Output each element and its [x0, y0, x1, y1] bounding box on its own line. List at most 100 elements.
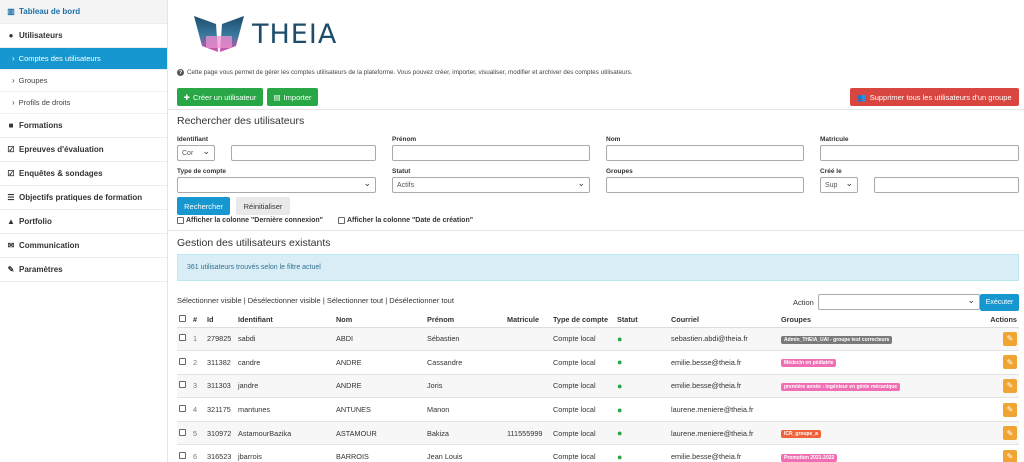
info-message: Cette page vous permet de gérer les comp… — [187, 69, 633, 76]
user-id: 311382 — [205, 350, 236, 375]
nom-input[interactable] — [606, 145, 804, 161]
wrench-icon: ✎ — [7, 265, 15, 274]
import-button[interactable]: ▤ Importer — [267, 88, 318, 106]
sidebar-item-label: Portfolio — [19, 217, 52, 226]
row-checkbox[interactable] — [179, 334, 186, 342]
row-checkbox[interactable] — [179, 428, 186, 436]
user-matricule — [505, 374, 551, 399]
import-label: Importer — [283, 92, 312, 102]
identifiant-input[interactable] — [231, 145, 376, 161]
prenom-label: Prénom — [392, 136, 417, 143]
user-prenom: Sébastien — [425, 327, 505, 352]
user-status: ● — [615, 374, 669, 399]
identifiant-operator-select[interactable]: Cor — [177, 145, 215, 161]
book-icon: ■ — [8, 121, 14, 130]
user-id: 321175 — [205, 397, 236, 422]
logo: THEIA — [192, 14, 337, 54]
user-email: laurene.meniere@theia.fr — [669, 397, 779, 422]
sidebar-item-surveys[interactable]: ☑ Enquêtes & sondages — [0, 162, 167, 186]
user-login: AstamourBazika — [236, 421, 334, 446]
sidebar-item-profiles[interactable]: › Profils de droits — [0, 92, 167, 114]
user-prenom: Joris — [425, 374, 505, 399]
pencil-icon[interactable]: ✎ — [1003, 449, 1017, 462]
sidebar-item-label: Formations — [19, 121, 63, 130]
user-groups: première année - ingénieur en génie méca… — [779, 374, 983, 399]
create-user-button[interactable]: ✚ Créer un utilisateur — [177, 88, 263, 106]
created-column-label: Afficher la colonne "Date de création" — [347, 217, 474, 224]
matricule-input[interactable] — [820, 145, 1019, 161]
sidebar-item-label: Enquêtes & sondages — [19, 169, 103, 178]
groupes-label: Groupes — [606, 168, 633, 175]
checkbox[interactable] — [179, 315, 186, 323]
user-nom: ABDI — [334, 327, 425, 352]
sidebar-item-dashboard[interactable]: ▥ Tableau de bord — [0, 0, 167, 24]
user-matricule — [505, 350, 551, 375]
cree-operator-select[interactable]: Sup — [820, 177, 858, 193]
user-actions: ✎ — [983, 350, 1019, 375]
user-icon: ● — [8, 31, 14, 40]
chevron-right-icon: › — [12, 98, 15, 107]
sidebar-item-groups[interactable]: › Groupes — [0, 70, 167, 92]
user-email: emilie.besse@theia.fr — [669, 350, 779, 375]
table-row: 3 311303 jandre ANDRE Joris Compte local ● emil… — [177, 374, 1019, 399]
question-icon: ? — [177, 69, 184, 76]
statut-select[interactable]: Actifs — [392, 177, 590, 193]
sidebar-item-communication[interactable]: ✉ Communication — [0, 234, 167, 258]
checkbox[interactable] — [338, 217, 345, 224]
select-visible-link[interactable]: Sélectionner visible — [177, 296, 242, 305]
chevron-right-icon: › — [12, 54, 15, 63]
sidebar-item-accounts[interactable]: › Comptes des utilisateurs — [0, 48, 167, 70]
matricule-label: Matricule — [820, 136, 849, 143]
user-groups: Promotion 2021-2022 — [779, 444, 983, 462]
user-type: Compte local — [551, 327, 615, 352]
user-groups: Médecin en pédiatrie — [779, 350, 983, 375]
sidebar-item-exams[interactable]: ☑ Epreuves d'évaluation — [0, 138, 167, 162]
user-nom: BARROIS — [334, 444, 425, 462]
select-all-link[interactable]: Sélectionner tout — [327, 296, 383, 305]
pencil-icon[interactable]: ✎ — [1003, 426, 1017, 441]
action-select[interactable] — [818, 294, 980, 310]
pencil-icon[interactable]: ✎ — [1003, 355, 1017, 370]
theia-logo-icon — [194, 16, 244, 52]
sidebar-item-users[interactable]: ● Utilisateurs — [0, 24, 167, 48]
column-header-prenom: Prénom — [425, 313, 505, 328]
search-button[interactable]: Rechercher — [177, 197, 230, 215]
sidebar-item-portfolio[interactable]: ▲ Portfolio — [0, 210, 167, 234]
row-checkbox[interactable] — [179, 405, 186, 413]
user-matricule — [505, 397, 551, 422]
row-checkbox[interactable] — [179, 381, 186, 389]
pencil-icon[interactable]: ✎ — [1003, 378, 1017, 393]
user-type: Compte local — [551, 444, 615, 462]
group-badge: ICR_groupe_a — [781, 430, 821, 439]
sidebar-item-label: Utilisateurs — [19, 31, 63, 40]
groupes-input[interactable] — [606, 177, 804, 193]
row-checkbox[interactable] — [179, 452, 186, 460]
row-select-cell — [177, 374, 191, 399]
user-email: emilie.besse@theia.fr — [669, 374, 779, 399]
checkbox[interactable] — [177, 217, 184, 224]
execute-button[interactable]: Exécuter — [980, 294, 1019, 311]
prenom-input[interactable] — [392, 145, 590, 161]
pencil-icon[interactable]: ✎ — [1003, 331, 1017, 346]
deselect-all-link[interactable]: Désélectionner tout — [389, 296, 454, 305]
group-badge: Médecin en pédiatrie — [781, 359, 837, 368]
user-type: Compte local — [551, 421, 615, 446]
sidebar-item-settings[interactable]: ✎ Paramètres — [0, 258, 167, 282]
cree-date-input[interactable] — [874, 177, 1019, 193]
user-status: ● — [615, 327, 669, 352]
last-login-column-toggle[interactable]: Afficher la colonne "Dernière connexion" — [177, 217, 323, 224]
row-checkbox[interactable] — [179, 357, 186, 365]
deselect-visible-link[interactable]: Désélectionner visible — [248, 296, 321, 305]
created-column-toggle[interactable]: Afficher la colonne "Date de création" — [338, 217, 473, 224]
user-matricule — [505, 444, 551, 462]
user-actions: ✎ — [983, 374, 1019, 399]
sidebar-item-trainings[interactable]: ■ Formations — [0, 114, 167, 138]
table-row: 1 279825 sabdi ABDI Sébastien Compte local ● se… — [177, 327, 1019, 352]
type-select[interactable] — [177, 177, 376, 193]
sidebar-item-objectives[interactable]: ☰ Objectifs pratiques de formation — [0, 186, 167, 210]
create-user-label: Créer un utilisateur — [192, 92, 257, 102]
pencil-icon[interactable]: ✎ — [1003, 402, 1017, 417]
user-id: 310972 — [205, 421, 236, 446]
reset-button[interactable]: Réinitialiser — [236, 197, 290, 215]
delete-group-users-button[interactable]: 👥 Supprimer tous les utilisateurs d'un gr… — [850, 88, 1019, 106]
